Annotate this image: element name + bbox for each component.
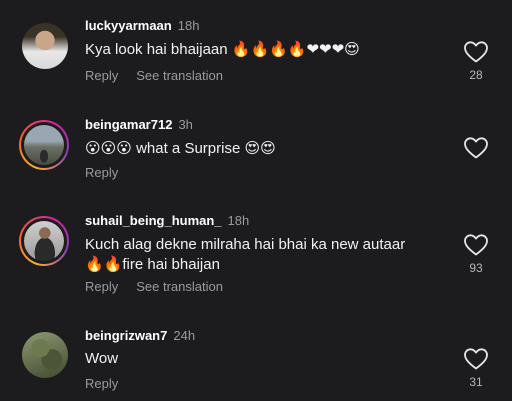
timestamp: 18h (177, 18, 200, 33)
comment-text-line: 🔥🔥fire hai bhaijan (85, 256, 220, 273)
comment-text: 😮😮😮 what a Surprise 😍😍 (85, 140, 276, 157)
comment-actions: Reply See translation (85, 279, 241, 294)
comment-meta: luckyyarmaan 18h (85, 18, 199, 33)
comment-meta: suhail_being_human_ 18h (85, 213, 249, 228)
comment-actions: Reply (85, 165, 136, 180)
timestamp: 24h (173, 328, 196, 343)
see-translation-button[interactable]: See translation (136, 279, 223, 294)
timestamp: 18h (227, 213, 250, 228)
heart-outline-icon (464, 137, 488, 159)
see-translation-button[interactable]: See translation (136, 68, 223, 83)
like-count: 93 (469, 261, 483, 275)
like-count: 28 (469, 68, 483, 82)
avatar-photo (22, 332, 68, 378)
heart-outline-icon (464, 41, 488, 63)
reply-button[interactable]: Reply (85, 68, 118, 83)
avatar[interactable] (22, 23, 68, 69)
avatar-photo (24, 125, 64, 165)
heart-outline-icon (464, 234, 488, 256)
comment-actions: Reply (85, 376, 136, 391)
like-button[interactable] (463, 233, 489, 257)
comment-text-line: Kuch alag dekne milraha hai bhai ka new … (85, 236, 406, 253)
comment-text: Wow (85, 350, 119, 367)
avatar-photo (24, 221, 64, 261)
reply-button[interactable]: Reply (85, 279, 118, 294)
reply-button[interactable]: Reply (85, 165, 118, 180)
reply-button[interactable]: Reply (85, 376, 118, 391)
heart-outline-icon (464, 348, 488, 370)
comment-text: Kuch alag dekne milraha hai bhai ka new … (85, 235, 455, 275)
like-button[interactable] (463, 136, 489, 160)
comment-meta: beingamar712 3h (85, 117, 193, 132)
avatar-photo (22, 23, 68, 69)
avatar[interactable] (19, 216, 69, 266)
username[interactable]: beingamar712 (85, 117, 172, 132)
username[interactable]: beingrizwan7 (85, 328, 167, 343)
comment-text: Kya look hai bhaijaan 🔥🔥🔥🔥❤❤❤😍 (85, 41, 360, 58)
like-button[interactable] (463, 347, 489, 371)
username[interactable]: luckyyarmaan (85, 18, 172, 33)
comment-meta: beingrizwan7 24h (85, 328, 195, 343)
like-button[interactable] (463, 40, 489, 64)
comment-actions: Reply See translation (85, 68, 241, 83)
like-count: 31 (469, 375, 483, 389)
timestamp: 3h (178, 117, 193, 132)
avatar[interactable] (19, 120, 69, 170)
avatar[interactable] (22, 332, 68, 378)
username[interactable]: suhail_being_human_ (85, 213, 222, 228)
